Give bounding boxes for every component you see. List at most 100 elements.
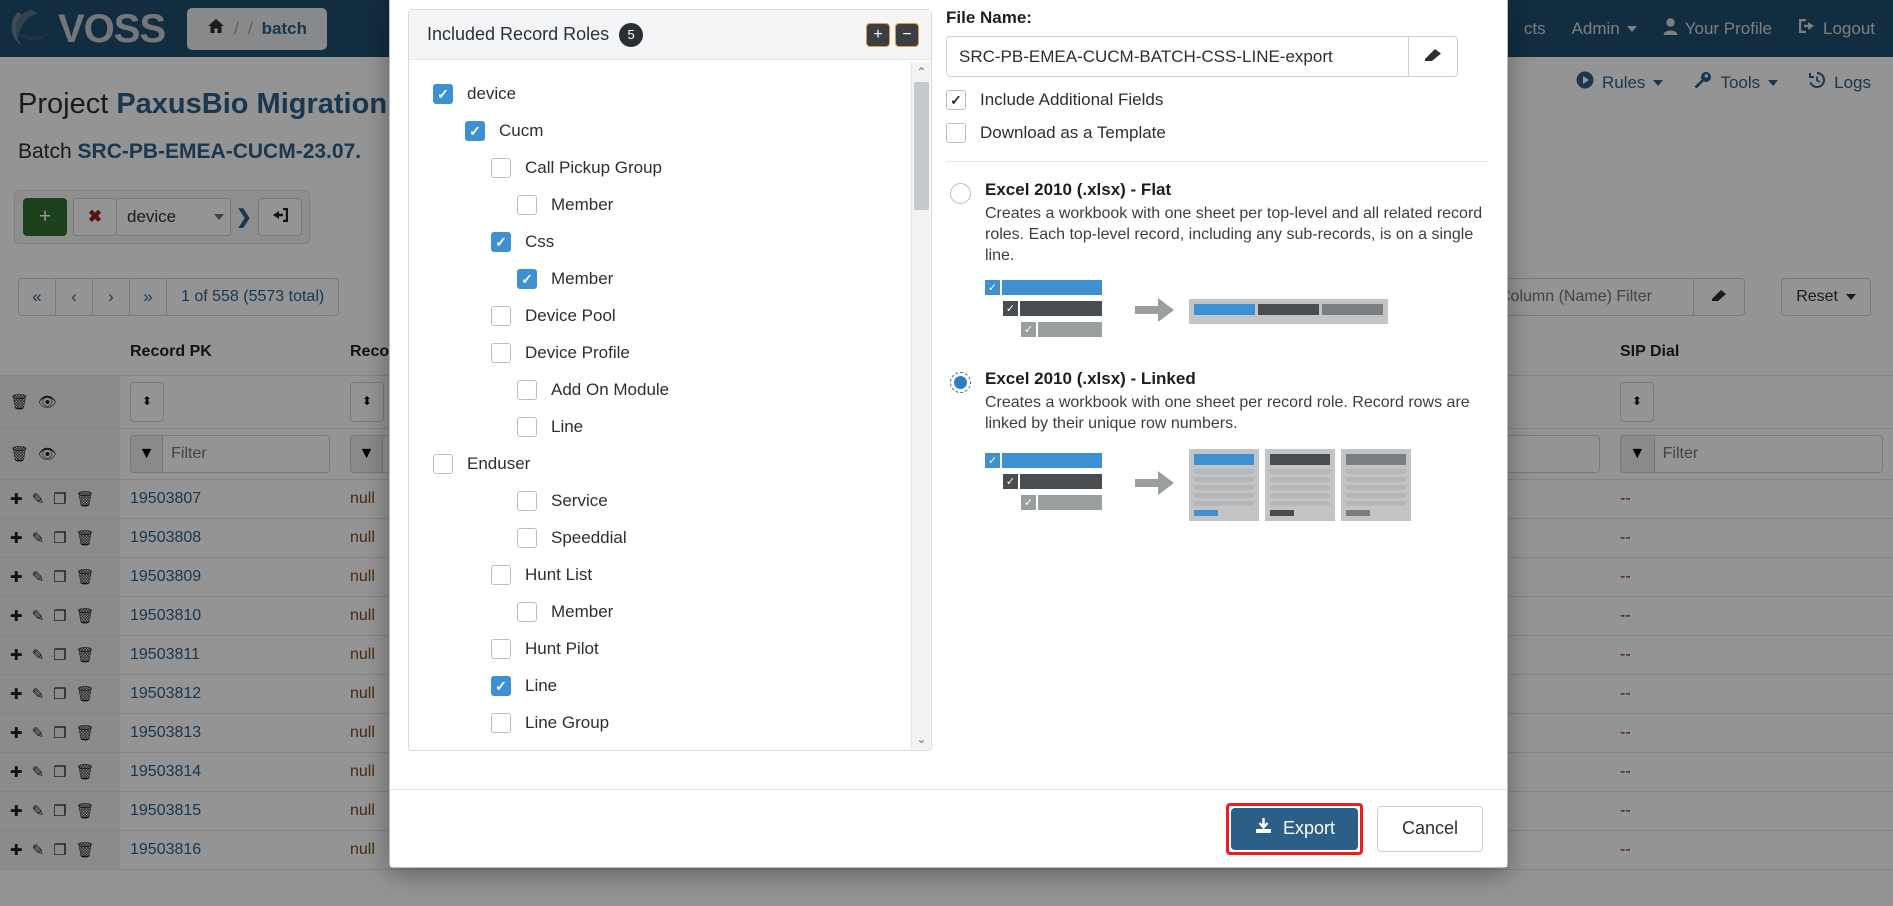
role-item-member[interactable]: Member	[409, 260, 931, 297]
role-item-hunt-pilot[interactable]: Hunt Pilot	[409, 630, 931, 667]
export-button-label: Export	[1283, 818, 1335, 839]
role-label: Device Profile	[525, 343, 630, 363]
role-item-device[interactable]: device	[409, 75, 931, 112]
minus-square-icon[interactable]: −	[895, 23, 919, 47]
flat-diagram-roles: ✓ ✓ ✓	[985, 280, 1125, 343]
format-option-flat[interactable]: Excel 2010 (.xlsx) - Flat Creates a work…	[946, 162, 1487, 343]
eraser-icon	[1422, 47, 1444, 66]
roles-scrollbar[interactable]: ⌃ ⌄	[911, 62, 930, 749]
role-checkbox[interactable]	[491, 158, 511, 178]
role-item-device-profile[interactable]: Device Profile	[409, 334, 931, 371]
diagram-checkbox-icon: ✓	[985, 280, 1000, 295]
role-checkbox[interactable]	[517, 417, 537, 437]
role-label: Call Pickup Group	[525, 158, 662, 178]
diagram-checkbox-icon: ✓	[1021, 322, 1036, 337]
role-checkbox[interactable]	[491, 639, 511, 659]
format-option-linked[interactable]: Excel 2010 (.xlsx) - Linked Creates a wo…	[946, 343, 1487, 520]
dialog-footer: Export Cancel	[390, 789, 1507, 867]
scroll-up-icon[interactable]: ⌃	[912, 62, 931, 82]
role-item-call-pickup-group[interactable]: Call Pickup Group	[409, 149, 931, 186]
download-as-template-checkbox[interactable]	[946, 123, 966, 143]
export-options-panel: File Name: Include Additional Fields Dow…	[930, 0, 1507, 867]
export-button[interactable]: Export	[1231, 808, 1358, 850]
role-item-cucm[interactable]: Cucm	[409, 112, 931, 149]
format-option-linked-description: Creates a workbook with one sheet per re…	[985, 392, 1485, 434]
diagram-checkbox-icon: ✓	[1021, 495, 1036, 510]
format-option-linked-title: Excel 2010 (.xlsx) - Linked	[985, 369, 1485, 389]
role-label: Enduser	[467, 454, 530, 474]
role-checkbox[interactable]	[491, 565, 511, 585]
format-option-flat-title: Excel 2010 (.xlsx) - Flat	[985, 180, 1485, 200]
role-checkbox[interactable]	[517, 380, 537, 400]
role-item-enduser[interactable]: Enduser	[409, 445, 931, 482]
scroll-down-icon[interactable]: ⌄	[912, 729, 931, 749]
role-checkbox[interactable]	[517, 269, 537, 289]
role-label: Speeddial	[551, 528, 627, 548]
scrollbar-thumb[interactable]	[914, 82, 929, 210]
linked-sheet-3	[1341, 449, 1411, 521]
diagram-checkbox-icon: ✓	[1003, 301, 1018, 316]
role-label: Line Group	[525, 713, 609, 733]
cancel-button[interactable]: Cancel	[1377, 806, 1483, 852]
diagram-checkbox-icon: ✓	[985, 453, 1000, 468]
role-checkbox[interactable]	[517, 491, 537, 511]
role-label: Css	[525, 232, 554, 252]
role-item-device-pool[interactable]: Device Pool	[409, 297, 931, 334]
role-item-member[interactable]: Member	[409, 186, 931, 223]
role-checkbox[interactable]	[491, 676, 511, 696]
linked-sheet-1	[1189, 449, 1259, 521]
role-item-css[interactable]: Css	[409, 223, 931, 260]
format-option-flat-description: Creates a workbook with one sheet per to…	[985, 203, 1485, 266]
role-label: Line	[551, 417, 583, 437]
role-label: Member	[551, 602, 613, 622]
file-name-label: File Name:	[946, 8, 1487, 28]
download-as-template-label: Download as a Template	[980, 123, 1166, 143]
arrow-right-icon	[1135, 295, 1175, 329]
linked-diagram-roles: ✓ ✓ ✓	[985, 453, 1125, 516]
role-item-member[interactable]: Member	[409, 593, 931, 630]
format-option-flat-radio[interactable]	[950, 183, 971, 204]
diagram-checkbox-icon: ✓	[1003, 474, 1018, 489]
role-label: Service	[551, 491, 608, 511]
roles-count-badge: 5	[619, 23, 643, 47]
role-checkbox[interactable]	[517, 602, 537, 622]
file-name-group	[946, 36, 1458, 77]
format-option-linked-radio[interactable]	[950, 372, 971, 393]
role-item-speeddial[interactable]: Speeddial	[409, 519, 931, 556]
role-label: Device Pool	[525, 306, 616, 326]
linked-sheet-2	[1265, 449, 1335, 521]
roles-list: deviceCucm Call Pickup Group Member Css Memb…	[409, 61, 931, 750]
included-record-roles-panel: Included Record Roles 5 + − deviceCucm Ca…	[390, 0, 930, 867]
role-item-line[interactable]: Line	[409, 408, 931, 445]
role-checkbox[interactable]	[491, 232, 511, 252]
role-checkbox[interactable]	[491, 713, 511, 733]
plus-square-icon[interactable]: +	[866, 23, 890, 47]
file-name-clear-button[interactable]	[1408, 36, 1458, 77]
role-item-line-group[interactable]: Line Group	[409, 704, 931, 741]
include-additional-fields-checkbox[interactable]	[946, 90, 966, 110]
role-checkbox[interactable]	[517, 528, 537, 548]
role-item-add-on-module[interactable]: Add On Module	[409, 371, 931, 408]
include-additional-fields-label: Include Additional Fields	[980, 90, 1163, 110]
role-item-service[interactable]: Service	[409, 482, 931, 519]
role-checkbox[interactable]	[517, 195, 537, 215]
role-item-line[interactable]: Line	[409, 667, 931, 704]
export-dialog: Included Record Roles 5 + − deviceCucm Ca…	[389, 0, 1508, 868]
role-label: Member	[551, 195, 613, 215]
role-label: Member	[551, 269, 613, 289]
role-checkbox[interactable]	[491, 343, 511, 363]
role-checkbox[interactable]	[433, 454, 453, 474]
role-label: Hunt List	[525, 565, 592, 585]
export-highlight: Export	[1226, 803, 1363, 855]
role-checkbox[interactable]	[465, 121, 485, 141]
include-additional-fields-row[interactable]: Include Additional Fields	[946, 90, 1487, 110]
role-item-hunt-list[interactable]: Hunt List	[409, 556, 931, 593]
roles-panel-title: Included Record Roles	[427, 24, 609, 45]
arrow-right-icon	[1135, 468, 1175, 502]
role-checkbox[interactable]	[433, 84, 453, 104]
role-label: Hunt Pilot	[525, 639, 599, 659]
role-label: Add On Module	[551, 380, 669, 400]
download-as-template-row[interactable]: Download as a Template	[946, 123, 1487, 143]
role-checkbox[interactable]	[491, 306, 511, 326]
file-name-input[interactable]	[946, 36, 1408, 77]
